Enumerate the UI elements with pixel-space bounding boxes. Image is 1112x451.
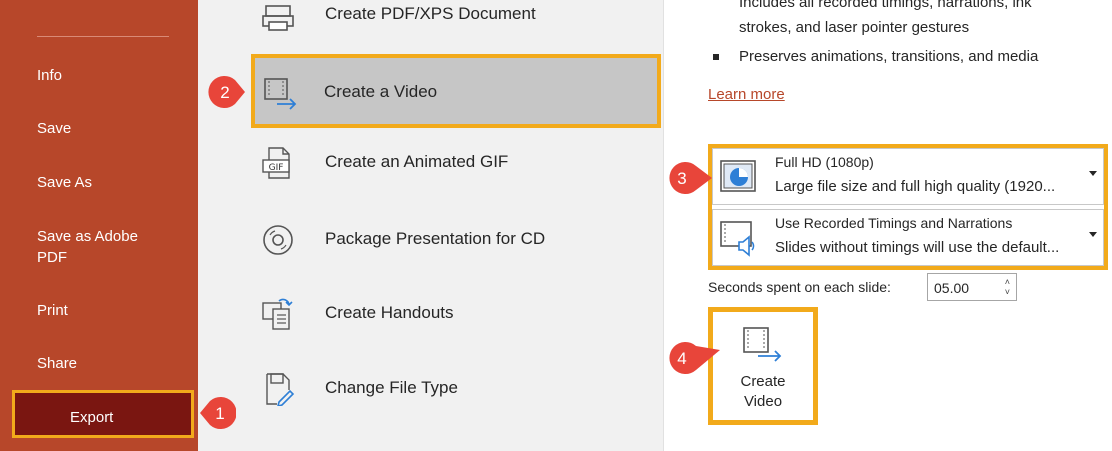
- svg-text:2: 2: [220, 83, 229, 102]
- export-option-label: Create a Video: [324, 82, 438, 101]
- backstage-sidebar: Info Save Save As Save as Adobe PDF Prin…: [0, 0, 198, 451]
- export-options-pane: Create PDF/XPS Document Create a Video G…: [198, 0, 663, 451]
- bullet-text: Includes all recorded timings, narration…: [739, 0, 1032, 11]
- timings-dropdown[interactable]: Use Recorded Timings and Narrations Slid…: [712, 209, 1104, 266]
- create-video-label: Create Video: [713, 372, 813, 412]
- export-option-create-handouts[interactable]: Create Handouts: [253, 287, 673, 341]
- bullet-text: strokes, and laser pointer gestures: [739, 19, 970, 36]
- create-video-button[interactable]: Create Video: [708, 307, 818, 425]
- callout-2: 2: [208, 76, 245, 108]
- sidebar-item-share[interactable]: Share: [37, 353, 187, 374]
- spinner-arrows-icon[interactable]: ˄ ˅: [1005, 277, 1010, 297]
- timings-title: Use Recorded Timings and Narrations: [775, 215, 1013, 231]
- svg-text:GIF: GIF: [269, 163, 284, 173]
- document-icon: [262, 5, 294, 31]
- sidebar-item-save-as[interactable]: Save As: [37, 172, 187, 193]
- seconds-label: Seconds spent on each slide:: [708, 279, 891, 295]
- monitor-quality-icon: [720, 160, 756, 192]
- quality-dropdown[interactable]: Full HD (1080p) Large file size and full…: [712, 148, 1104, 205]
- svg-text:3: 3: [677, 169, 686, 188]
- callout-4: 4: [669, 342, 720, 374]
- export-option-change-file-type[interactable]: Change File Type: [253, 362, 673, 416]
- narration-icon: [720, 221, 755, 257]
- export-option-create-pdf[interactable]: Create PDF/XPS Document: [253, 0, 673, 42]
- seconds-stepper[interactable]: 05.00 ˄ ˅: [927, 273, 1017, 301]
- sidebar-divider: [37, 36, 169, 37]
- video-settings-dropdowns: Full HD (1080p) Large file size and full…: [708, 144, 1108, 270]
- sidebar-item-save[interactable]: Save: [37, 118, 187, 139]
- export-option-create-video[interactable]: Create a Video: [251, 54, 661, 128]
- bullet-text: Preserves animations, transitions, and m…: [712, 48, 1039, 65]
- sidebar-item-info[interactable]: Info: [37, 65, 187, 86]
- video-icon: [264, 78, 297, 110]
- sidebar-item-print[interactable]: Print: [37, 300, 187, 321]
- create-video-details: Includes all recorded timings, narration…: [663, 0, 1112, 451]
- callout-3: 3: [669, 162, 712, 194]
- quality-title: Full HD (1080p): [775, 154, 874, 170]
- svg-text:4: 4: [677, 349, 686, 368]
- cd-icon: [263, 225, 293, 255]
- export-option-label: Create PDF/XPS Document: [325, 4, 536, 23]
- chevron-down-icon: [1089, 171, 1097, 176]
- export-option-label: Create Handouts: [325, 303, 454, 322]
- export-option-label: Change File Type: [325, 378, 458, 397]
- export-option-create-gif[interactable]: GIF Create an Animated GIF: [253, 136, 673, 190]
- svg-text:1: 1: [215, 404, 224, 423]
- sidebar-item-export[interactable]: Export: [12, 390, 194, 438]
- create-video-line2: Video: [743, 393, 783, 410]
- change-file-type-icon: [266, 373, 295, 406]
- seconds-value: 05.00: [934, 280, 970, 296]
- quality-subtitle: Large file size and full high quality (1…: [775, 178, 1056, 195]
- export-option-label: Create an Animated GIF: [325, 152, 509, 171]
- pane-divider: [663, 0, 664, 451]
- callout-1: 1: [200, 397, 236, 429]
- sidebar-item-label: Export: [70, 409, 114, 426]
- sidebar-item-save-as-adobe-pdf[interactable]: Save as Adobe PDF: [37, 226, 157, 268]
- timings-subtitle: Slides without timings will use the defa…: [775, 239, 1060, 256]
- export-option-package-cd[interactable]: Package Presentation for CD: [253, 213, 673, 267]
- gif-icon: GIF: [262, 147, 290, 179]
- handouts-icon: [262, 298, 293, 330]
- create-video-line1: Create: [740, 373, 786, 390]
- video-icon: [743, 327, 782, 362]
- export-option-label: Package Presentation for CD: [325, 229, 546, 248]
- learn-more-link[interactable]: Learn more: [708, 86, 785, 103]
- chevron-down-icon: [1089, 232, 1097, 237]
